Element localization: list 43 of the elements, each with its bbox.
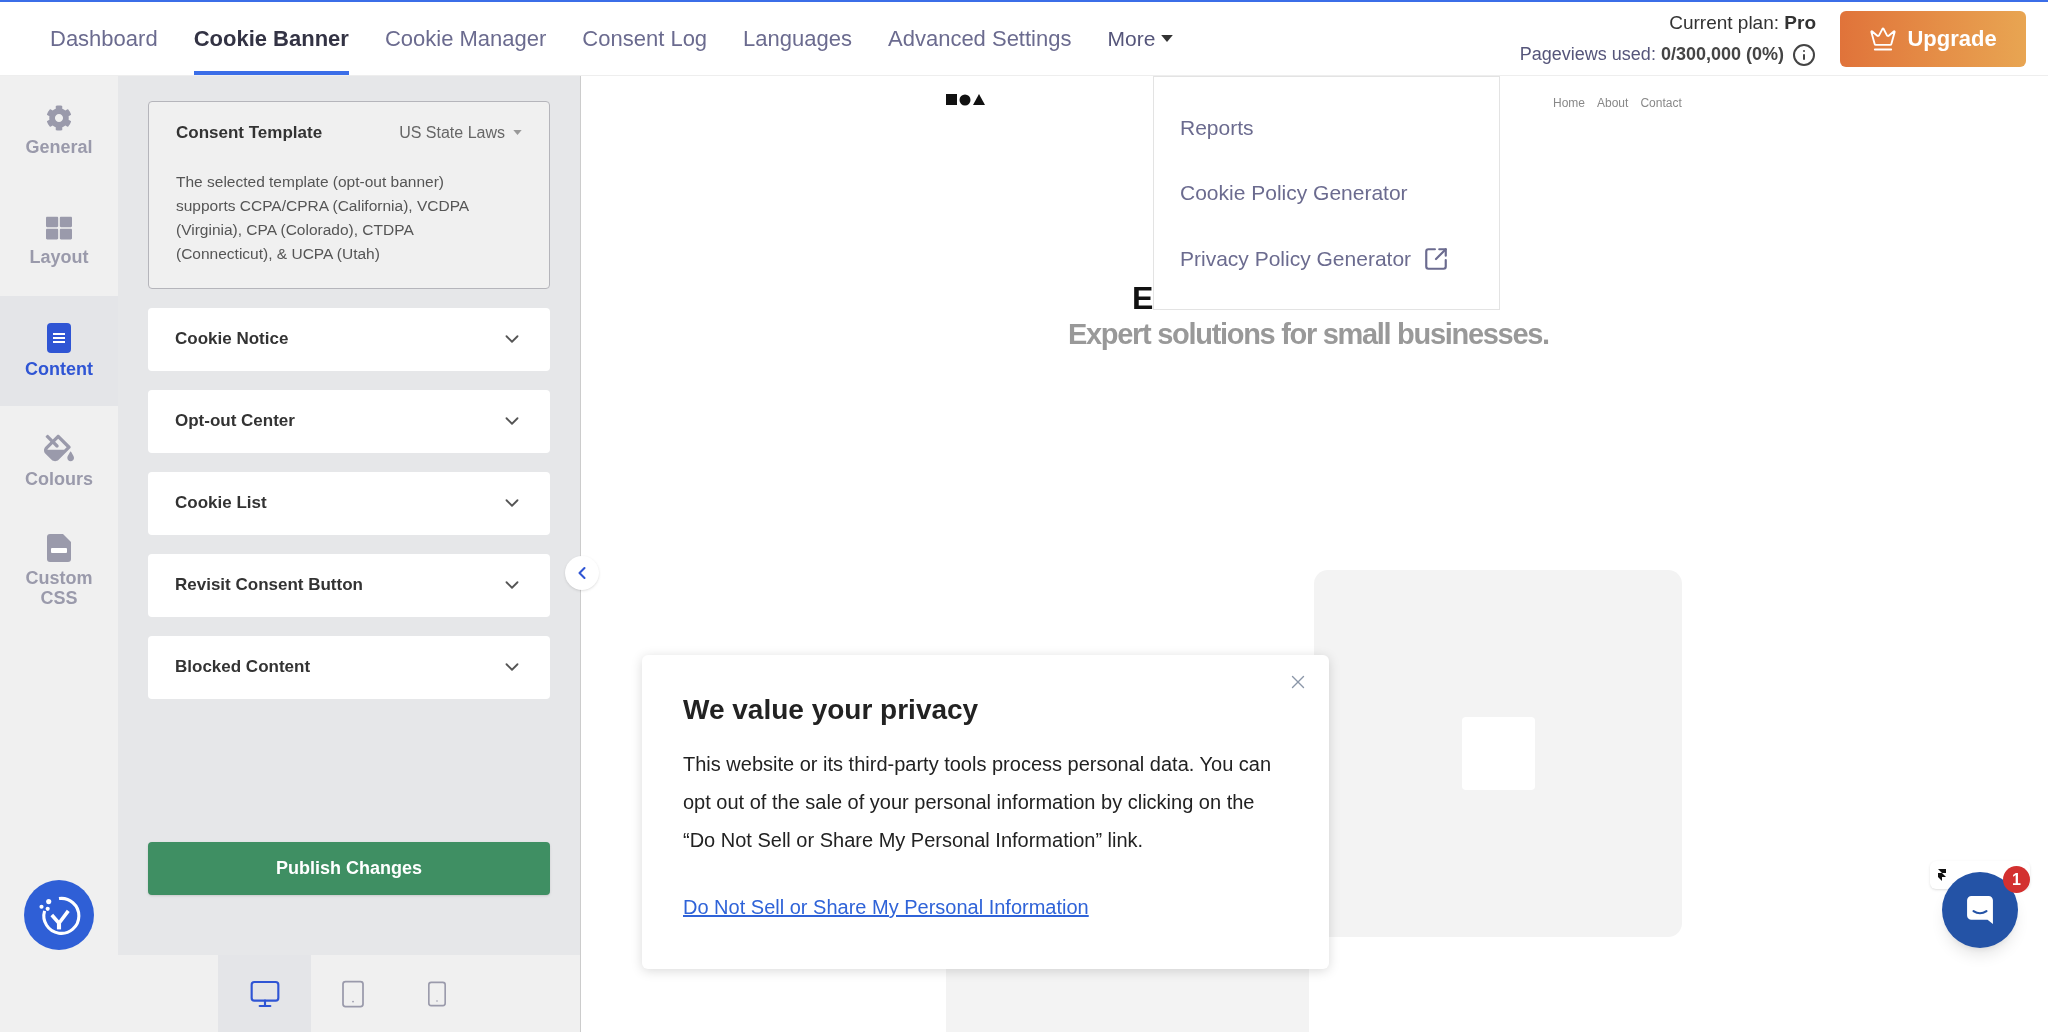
card-title: Consent Template <box>176 122 323 144</box>
chat-icon <box>1967 896 1993 924</box>
sidebar-item[interactable]: Content <box>0 296 118 406</box>
accordion-section[interactable]: Opt-out Center <box>148 389 550 453</box>
dropdown-item[interactable]: Privacy Policy Generator <box>1180 242 1473 275</box>
hero-heading: E <box>1132 280 1154 316</box>
dropdown-item[interactable]: Reports <box>1180 111 1473 144</box>
banner-text: This website or its third-party tools process personal data. You can opt out of the sale of your personal information by clicking on the “Do Not Sell or Share My Personal Information” link. <box>683 752 1273 853</box>
nav-tab[interactable]: Advanced Settings <box>888 2 1072 75</box>
publish-button[interactable]: Publish Changes <box>148 842 550 895</box>
site-nav-link[interactable]: Contact <box>1640 94 1682 112</box>
caret-icon <box>1161 35 1174 42</box>
caret-icon <box>513 130 522 136</box>
pageviews-used: Pageviews used: 0/300,000 (0%) <box>1519 43 1784 67</box>
nav-tab[interactable]: Cookie Manager <box>384 2 547 75</box>
gear-icon <box>46 105 72 131</box>
framer-icon <box>1938 869 1946 881</box>
grid-icon <box>46 215 72 241</box>
accordion-section[interactable]: Blocked Content <box>148 635 550 699</box>
site-logo-icon <box>946 94 986 106</box>
nav-tab[interactable]: Consent Log <box>582 2 708 75</box>
site-nav-link[interactable]: About <box>1597 94 1629 112</box>
more-menu-button[interactable]: More <box>1107 2 1174 75</box>
accordion-section[interactable]: Cookie Notice <box>148 307 550 371</box>
external-link-icon <box>1423 245 1450 272</box>
accordion-section[interactable]: Revisit Consent Button <box>148 553 550 617</box>
template-description: The selected template (opt-out banner) supports CCPA/CPRA (California), VCDPA (Virginia), CPA (Colorado), CTDPA (Connecticut), & UCPA (Utah) <box>176 171 470 264</box>
dropdown-item[interactable]: Cookie Policy Generator <box>1180 177 1473 209</box>
site-nav-link[interactable]: Home <box>1553 94 1585 112</box>
paint-bucket-icon <box>44 433 74 463</box>
info-icon[interactable] <box>1792 42 1816 67</box>
nav-tab[interactable]: Languages <box>743 2 852 75</box>
file-icon <box>47 534 71 562</box>
accordion-section[interactable]: Cookie List <box>148 471 550 535</box>
nav-tab[interactable]: Dashboard <box>50 2 158 75</box>
template-dropdown[interactable]: US State Laws <box>399 120 522 145</box>
device-tab[interactable] <box>218 955 311 1032</box>
banner-title: We value your privacy <box>683 693 980 727</box>
current-plan: Current plan: Pro <box>1669 10 1816 35</box>
opt-out-link[interactable]: Do Not Sell or Share My Personal Information <box>683 892 1288 922</box>
cookie-logo-icon[interactable] <box>24 880 94 950</box>
document-icon <box>47 323 71 353</box>
hero-subheading: Expert solutions for small businesses. <box>1068 317 1549 352</box>
